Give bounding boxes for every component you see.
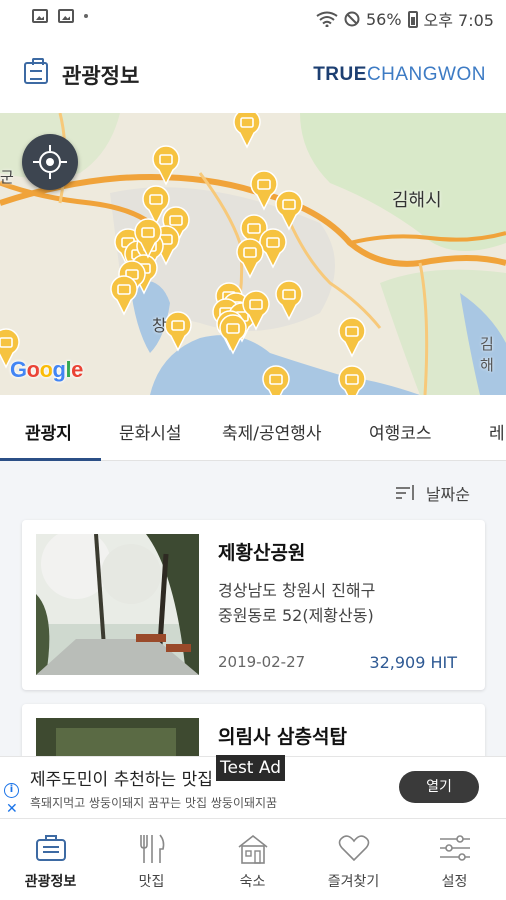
nav-label: 맛집 bbox=[138, 874, 165, 890]
spot-address: 경상남도 창원시 진해구 중원동로 52(제황산동) bbox=[218, 578, 473, 628]
list-item[interactable]: 의림사 삼층석탑 bbox=[22, 704, 485, 756]
ad-headline[interactable]: 제주도민이 추천하는 맛집 bbox=[30, 765, 213, 790]
spot-date: 2019-02-27 bbox=[218, 653, 306, 671]
sort-icon bbox=[395, 485, 416, 501]
my-location-button[interactable] bbox=[22, 134, 78, 190]
ad-banner[interactable]: i ✕ 제주도민이 추천하는 맛집 흑돼지먹고 쌍둥이돼지 꿈꾸는 맛집 쌍둥이… bbox=[0, 755, 506, 818]
nav-favorites[interactable]: 즐겨찾기 bbox=[303, 819, 404, 900]
nav-lodging[interactable]: 숙소 bbox=[202, 819, 303, 900]
clock: 오후 7:05 bbox=[423, 11, 494, 30]
tab-tourist-spots[interactable]: 관광지 bbox=[25, 419, 72, 444]
spot-title: 의림사 삼층석탑 bbox=[218, 726, 347, 748]
wifi-icon bbox=[316, 11, 338, 27]
image-icon bbox=[58, 9, 74, 23]
battery-percent: 56% bbox=[365, 9, 402, 29]
list-item[interactable]: 제황산공원 경상남도 창원시 진해구 중원동로 52(제황산동) 2019-02… bbox=[22, 520, 485, 690]
briefcase-icon bbox=[36, 835, 66, 861]
nav-restaurants[interactable]: 맛집 bbox=[101, 819, 202, 900]
crosshair-icon bbox=[39, 151, 61, 173]
google-logo: Google bbox=[10, 357, 83, 382]
nav-settings[interactable]: 설정 bbox=[404, 819, 505, 900]
briefcase-icon bbox=[24, 58, 48, 84]
ad-subline[interactable]: 흑돼지먹고 쌍둥이돼지 꿈꾸는 맛집 쌍둥이돼지꿈 bbox=[30, 794, 277, 811]
ad-open-button[interactable]: 열기 bbox=[399, 771, 479, 803]
notification-icons bbox=[32, 9, 88, 23]
spot-address-line1: 경상남도 창원시 진해구 bbox=[218, 581, 376, 600]
app-header: 관광정보 TRUECHANGWON bbox=[0, 36, 506, 113]
house-icon bbox=[238, 834, 268, 864]
nav-label: 숙소 bbox=[239, 874, 266, 890]
battery-icon bbox=[407, 10, 418, 28]
utensils-icon bbox=[140, 834, 165, 863]
nav-label: 즐겨찾기 bbox=[327, 874, 380, 890]
map-label-right: 김해 bbox=[480, 335, 494, 374]
brand-logo: TRUECHANGWON bbox=[313, 64, 486, 86]
sliders-icon bbox=[440, 835, 470, 861]
page-title: 관광정보 bbox=[62, 64, 140, 88]
tab-festivals[interactable]: 축제/공연행사 bbox=[222, 419, 322, 444]
spot-address-line2: 중원동로 52(제황산동) bbox=[218, 606, 374, 625]
spot-title: 제황산공원 bbox=[218, 542, 306, 564]
ad-info-icon[interactable]: i bbox=[4, 783, 19, 798]
gallery-icon bbox=[32, 9, 48, 23]
tab-travel-courses[interactable]: 여행코스 bbox=[369, 419, 432, 444]
status-bar: 56% 오후 7:05 bbox=[0, 0, 506, 36]
heart-icon bbox=[338, 835, 370, 862]
sort-label: 날짜순 bbox=[425, 485, 470, 504]
tab-more[interactable]: 레 bbox=[489, 419, 505, 444]
do-not-disturb-icon bbox=[344, 11, 360, 27]
system-status: 56% 오후 7:05 bbox=[316, 7, 494, 31]
spot-thumbnail bbox=[36, 534, 199, 675]
tour-list[interactable]: 날짜순 제황산공원 경상남도 창원시 진해구 중원동로 52(제황산동) 201 bbox=[0, 461, 506, 756]
brand-logo-secondary: CHANGWON bbox=[366, 64, 486, 85]
map-label-left: 군 bbox=[0, 168, 14, 186]
test-ad-badge: Test Ad bbox=[216, 755, 286, 781]
tab-cultural-facilities[interactable]: 문화시설 bbox=[119, 419, 182, 444]
nav-label: 설정 bbox=[441, 874, 468, 890]
nav-tourism-info[interactable]: 관광정보 bbox=[0, 819, 101, 900]
category-tabs: 관광지 문화시설 축제/공연행사 여행코스 레 bbox=[0, 395, 506, 461]
more-notifications-icon bbox=[84, 14, 88, 18]
tourism-map[interactable] bbox=[0, 113, 506, 395]
brand-logo-primary: TRUE bbox=[313, 64, 367, 85]
map-label-gimhae: 김해시 bbox=[392, 190, 442, 211]
map-label-chang: 창 bbox=[152, 316, 167, 335]
ad-close-icon[interactable]: ✕ bbox=[6, 801, 18, 817]
sort-button[interactable]: 날짜순 bbox=[395, 481, 470, 505]
nav-label: 관광정보 bbox=[24, 874, 77, 890]
bottom-navigation: 관광정보 맛집 숙소 즐겨찾기 설정 bbox=[0, 818, 506, 900]
spot-thumbnail bbox=[36, 718, 199, 756]
spot-hits: 32,909 HIT bbox=[369, 653, 457, 672]
